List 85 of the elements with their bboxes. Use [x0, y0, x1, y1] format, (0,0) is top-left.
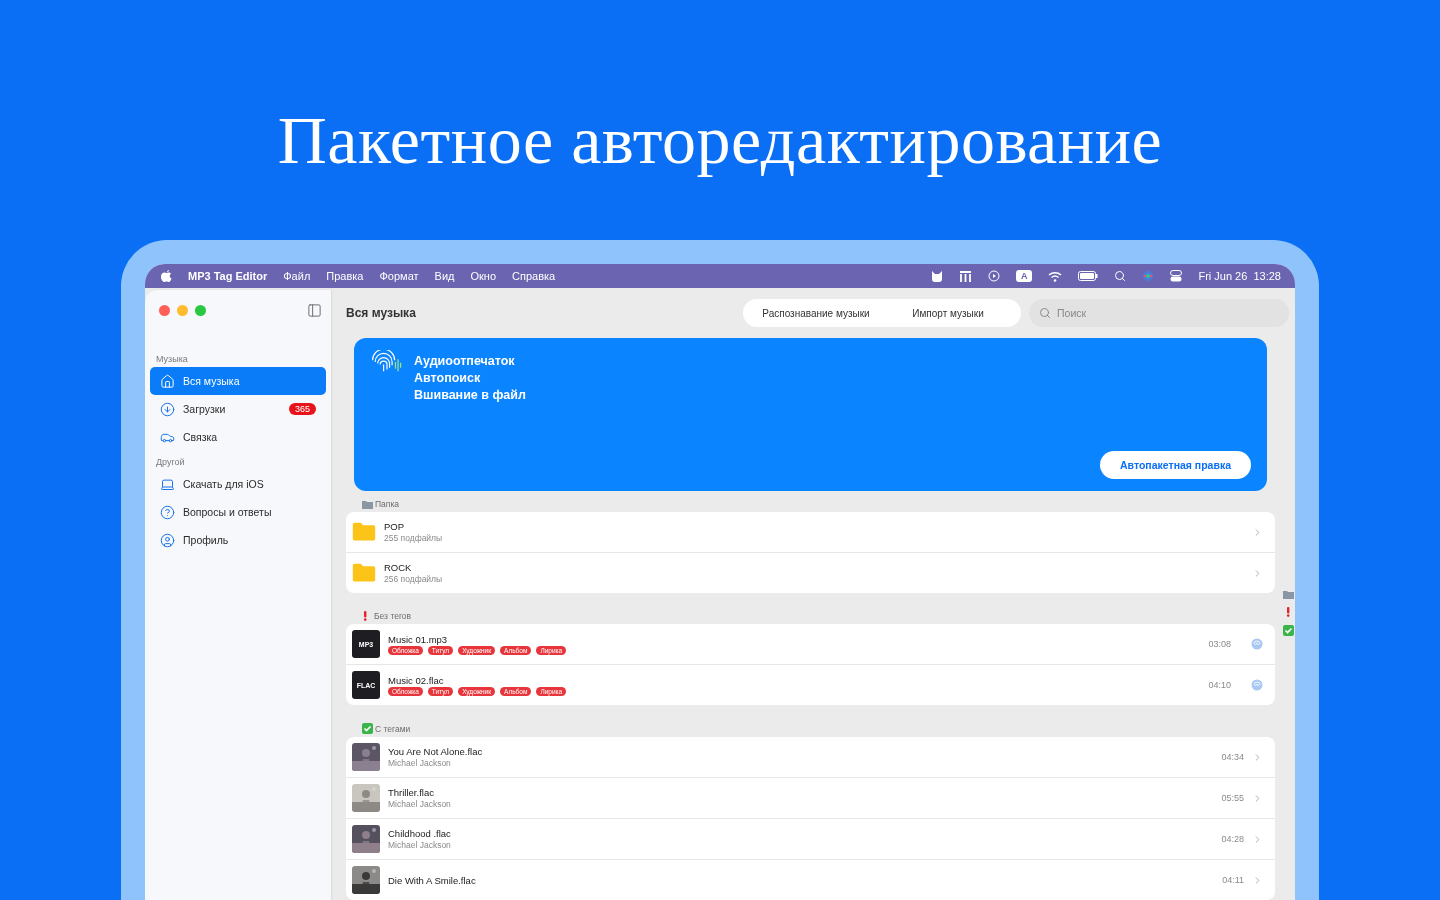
sidebar-label: Скачать для iOS	[183, 478, 264, 490]
laptop-icon	[160, 476, 175, 492]
app-menu[interactable]: MP3 Tag Editor	[188, 270, 268, 282]
siri-icon[interactable]	[1142, 270, 1155, 282]
file-name: You Are Not Alone.flac	[388, 746, 484, 757]
file-name: Music 01.mp3	[388, 633, 449, 645]
search-field[interactable]: Поиск	[1029, 299, 1289, 327]
checkmark-icon	[1282, 625, 1294, 636]
sidebar-item[interactable]: Связка	[150, 423, 326, 451]
sidebar-item[interactable]: Профиль	[150, 526, 326, 554]
menu-item[interactable]: Формат	[379, 270, 419, 282]
sidebar-label: Вопросы и ответы	[183, 506, 272, 518]
sidebar-label: Вся музыка	[183, 375, 240, 387]
control-center-icon[interactable]	[1170, 270, 1183, 282]
file-name: Thriller.flac	[388, 787, 435, 798]
search-icon[interactable]	[1114, 270, 1127, 282]
sidebar-label: Связка	[183, 431, 218, 443]
menu-item[interactable]: Файл	[283, 270, 311, 282]
sidebar-item[interactable]: Вся музыка	[150, 367, 326, 395]
file-name: Childhood .flac	[388, 828, 452, 839]
exclamation-icon	[1285, 607, 1291, 617]
menu-item[interactable]: Окно	[470, 270, 496, 282]
folder-count: 255 подфайлы	[384, 533, 444, 543]
section-title: Музыка	[155, 353, 189, 366]
segment-button[interactable]: Распознавание музыки	[753, 307, 879, 319]
duration: 04:10	[1208, 680, 1231, 690]
minimize-button[interactable]	[177, 304, 188, 316]
folder-icon	[362, 499, 373, 509]
search-placeholder: Поиск	[1057, 307, 1087, 319]
section-title: Без тегов	[374, 611, 412, 621]
feature-text: Вшивание в файл	[414, 388, 526, 402]
zoom-button[interactable]	[195, 304, 206, 316]
exclamation-icon	[362, 611, 368, 621]
home-icon	[160, 373, 175, 389]
menu-item[interactable]: Правка	[326, 270, 364, 282]
sidebar-item[interactable]: Загрузки 365	[150, 395, 326, 423]
menu-item[interactable]: Справка	[512, 270, 556, 282]
duration: 03:08	[1208, 639, 1231, 649]
candles-icon[interactable]	[958, 270, 972, 282]
sidebar-item[interactable]: Скачать для iOS	[150, 470, 326, 498]
sidebar-toggle-icon[interactable]	[307, 302, 322, 318]
file-name: Die With A Smile.flac	[388, 874, 477, 886]
clock: Fri Jun 26 13:28	[1198, 270, 1281, 282]
folder-name: POP	[384, 521, 406, 532]
help-icon	[160, 504, 175, 520]
file-name: Music 02.flac	[388, 674, 445, 686]
checkmark-icon	[362, 723, 373, 734]
count-badge: 365	[288, 403, 316, 415]
folder-name: ROCK	[384, 562, 413, 573]
section-title: Папка	[375, 499, 400, 509]
sidebar-label: Профиль	[183, 534, 229, 546]
batch-edit-button[interactable]: Автопакетная правка	[1100, 451, 1251, 479]
section-title: С тегами	[375, 723, 411, 734]
search-icon	[1039, 307, 1051, 319]
artist-name: Michael Jackson	[388, 799, 452, 809]
folder-count: 256 подфайлы	[384, 574, 444, 584]
duration: 04:34	[1221, 752, 1244, 762]
headline: Пакетное авторедактирование	[277, 101, 1163, 180]
sidebar-label: Загрузки	[183, 403, 226, 415]
download-icon	[160, 401, 175, 417]
fingerprint-icon	[1251, 679, 1263, 691]
battery-icon[interactable]	[1078, 271, 1099, 281]
duration: 04:28	[1221, 834, 1244, 844]
menu-item[interactable]: Вид	[434, 270, 455, 282]
folder-icon	[352, 563, 376, 583]
sidebar-item[interactable]: Вопросы и ответы	[150, 498, 326, 526]
close-button[interactable]	[159, 304, 170, 316]
artist-name: Michael Jackson	[388, 840, 452, 850]
segment-button[interactable]: Импорт музыки	[885, 307, 1011, 319]
feature-text: Аудиоотпечаток	[414, 354, 516, 368]
duration: 04:11	[1222, 875, 1244, 885]
cat-icon[interactable]	[930, 270, 943, 282]
play-icon[interactable]	[987, 270, 1000, 282]
user-icon	[160, 532, 175, 548]
feature-text: Автопоиск	[414, 371, 482, 385]
section-title: Другой	[155, 456, 186, 469]
page-title: Вся музыка	[346, 306, 417, 320]
artist-name: Michael Jackson	[388, 758, 452, 768]
duration: 05:55	[1221, 793, 1244, 803]
input-source-indicator[interactable]: A	[1015, 270, 1033, 282]
apple-icon[interactable]	[161, 269, 172, 283]
folder-icon	[1282, 590, 1294, 599]
fingerprint-icon	[1251, 638, 1263, 650]
folder-icon	[352, 522, 376, 542]
wifi-icon[interactable]	[1048, 270, 1063, 282]
